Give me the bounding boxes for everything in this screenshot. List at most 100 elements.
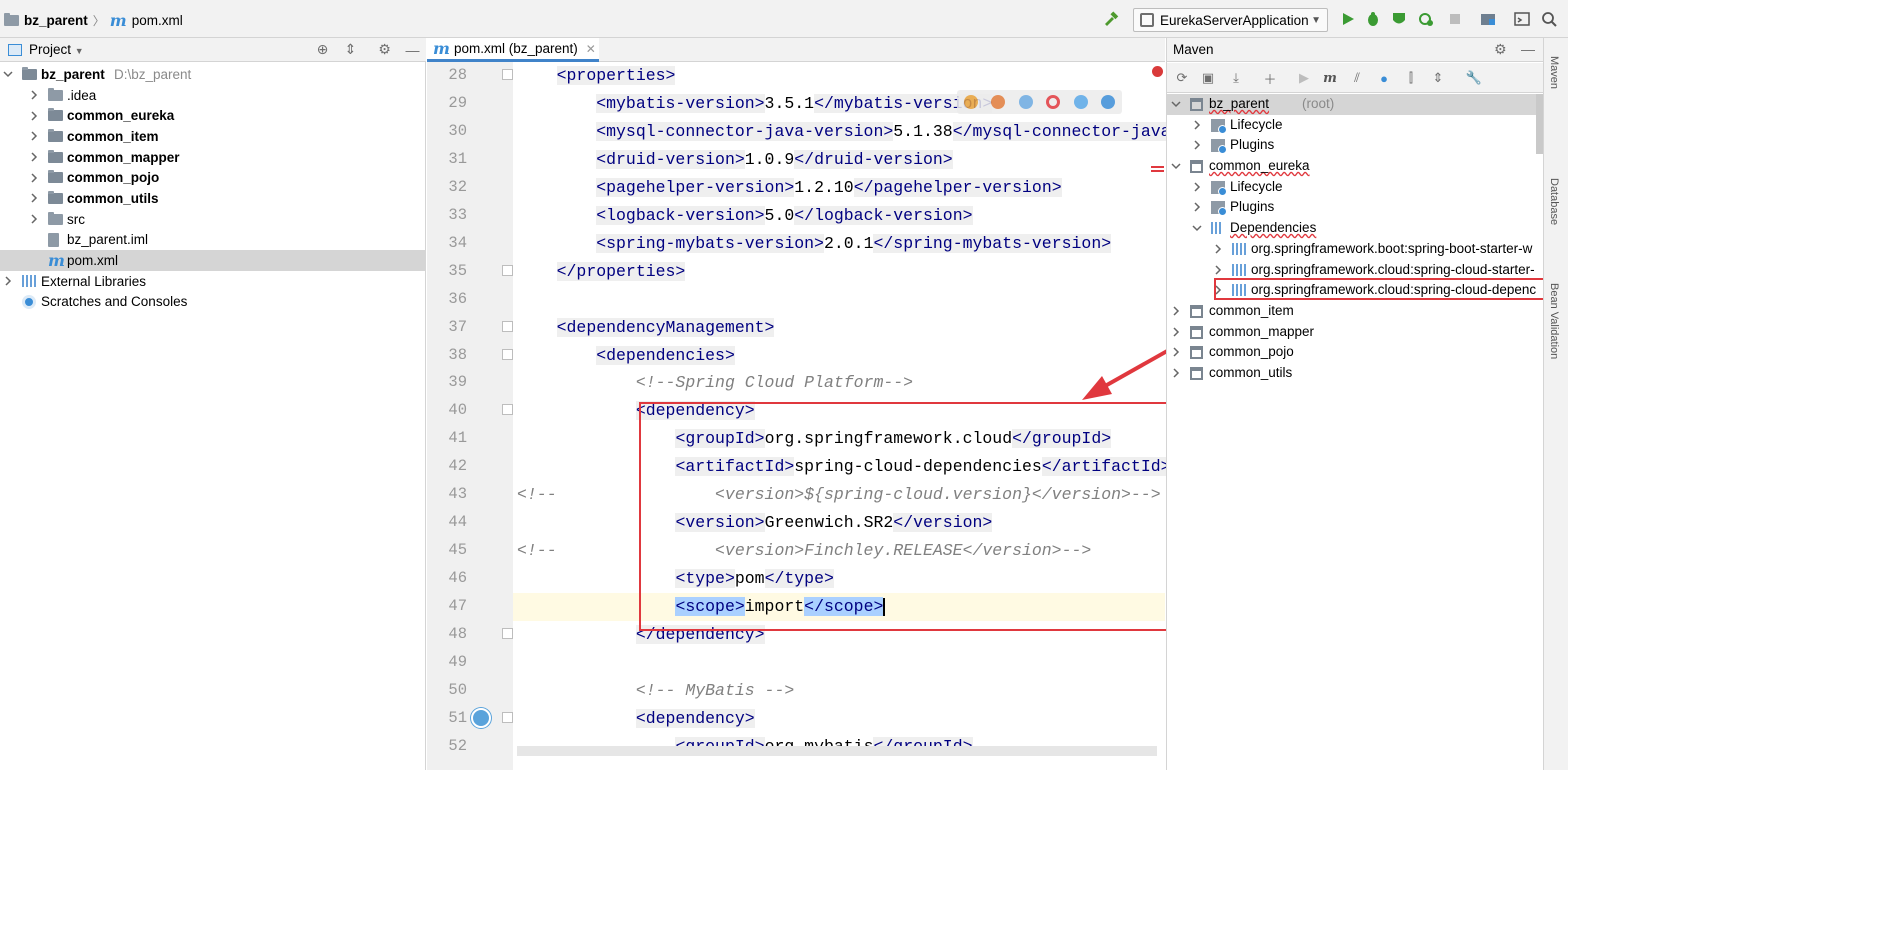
maven-tree-item[interactable]: bz_parent (root) [1167,94,1544,115]
show-dependencies-icon[interactable]: ⫿ [1402,69,1420,87]
download-icon[interactable]: ⤓ [1227,69,1245,87]
vertical-scrollbar[interactable] [1536,94,1543,154]
hide-panel-icon[interactable]: — [1521,41,1535,57]
chevron-down-icon[interactable] [3,69,13,79]
side-tab-maven[interactable]: Maven [1548,56,1560,89]
chevron-right-icon[interactable] [29,131,39,141]
profile-icon[interactable] [1417,10,1435,28]
chevron-right-icon[interactable] [1192,202,1202,212]
chevron-right-icon[interactable] [29,152,39,162]
project-tree-item[interactable]: External Libraries [0,271,426,292]
horizontal-scrollbar[interactable] [517,746,1157,756]
fold-marker-icon[interactable] [502,264,513,276]
maven-tree-item[interactable]: Plugins [1167,197,1544,218]
code-line[interactable]: <dependency> [517,708,755,728]
fold-marker-icon[interactable] [502,404,513,416]
maven-tree-item[interactable]: org.springframework.boot:spring-boot-sta… [1167,239,1544,260]
wrench-icon[interactable]: 🔧 [1465,69,1483,87]
project-tree-item[interactable]: m pom.xml [0,250,426,271]
gear-icon[interactable]: ⚙ [376,41,393,58]
chevron-right-icon[interactable] [1213,264,1223,275]
chevron-right-icon[interactable] [1192,120,1202,130]
code-line[interactable]: </properties> [517,261,686,281]
project-tree-item[interactable]: common_eureka [0,105,426,126]
execute-maven-goal-icon[interactable]: m [1321,69,1339,87]
code-line[interactable]: <spring-mybats-version>2.0.1</spring-myb… [517,233,1112,253]
code-line[interactable]: <logback-version>5.0</logback-version> [517,205,973,225]
chevron-right-icon[interactable] [1192,182,1202,192]
chevron-right-icon[interactable] [1192,140,1202,150]
ie-icon[interactable] [1073,95,1088,109]
safari-icon[interactable] [1018,95,1033,109]
breadcrumb-project[interactable]: bz_parent [24,13,88,28]
fold-marker-icon[interactable] [502,711,513,723]
chevron-right-icon[interactable] [1171,368,1181,378]
terminal-window-icon[interactable] [1513,10,1531,28]
run-icon[interactable]: ▶ [1295,69,1313,87]
fold-marker-icon[interactable] [502,69,513,80]
firefox-icon[interactable] [991,95,1006,109]
project-tree-item[interactable]: common_mapper [0,147,426,168]
side-tab-database[interactable]: Database [1548,178,1560,225]
chevron-right-icon[interactable] [1171,306,1181,316]
gear-icon[interactable]: ⚙ [1494,41,1507,58]
chevron-down-icon[interactable] [1171,99,1181,109]
fold-marker-icon[interactable] [502,320,513,332]
edge-icon[interactable] [1101,95,1116,109]
maven-tree-item[interactable]: common_mapper [1167,322,1544,343]
project-tree-item[interactable]: src [0,209,426,230]
error-indicator-icon[interactable] [1152,66,1163,77]
skip-tests-icon[interactable]: ● [1375,69,1393,87]
generate-sources-icon[interactable]: ▣ [1199,69,1217,87]
chevron-down-icon[interactable] [1171,161,1181,171]
chevron-right-icon[interactable] [29,111,39,121]
maven-tree-item[interactable]: Dependencies [1167,218,1544,239]
code-editor[interactable]: m pom.xml (bz_parent) ✕ 28 <properties> 2… [427,38,1171,770]
maven-tree-item[interactable]: Lifecycle [1167,115,1544,136]
stop-icon[interactable] [1446,10,1464,28]
chevron-right-icon[interactable] [29,214,39,224]
hide-panel-icon[interactable]: — [404,41,421,58]
project-tree-item[interactable]: common_pojo [0,167,426,188]
reload-icon[interactable]: ⟳ [1173,69,1191,87]
chevron-right-icon[interactable] [29,193,39,203]
project-tree-item[interactable]: bz_parent D:\bz_parent [0,64,426,85]
opera-icon[interactable] [1046,95,1061,109]
code-line[interactable]: <mybatis-version>3.5.1</mybatis-version> [517,93,993,113]
chrome-icon[interactable] [963,95,978,109]
code-line[interactable]: <pagehelper-version>1.2.10</pagehelper-v… [517,177,1062,197]
code-line[interactable]: <mysql-connector-java-version>5.1.38</my… [517,121,1171,141]
project-tree-item[interactable]: .idea [0,85,426,106]
spring-bean-icon[interactable] [471,708,491,728]
project-structure-icon[interactable] [1479,10,1497,28]
chevron-down-icon[interactable] [1192,223,1202,233]
chevron-right-icon[interactable] [3,276,13,286]
collapse-all-icon[interactable]: ⇕ [342,41,359,58]
chevron-right-icon[interactable] [1171,347,1181,357]
search-icon[interactable] [1540,10,1558,28]
chevron-right-icon[interactable] [1213,244,1223,254]
project-tree-item[interactable]: common_item [0,126,426,147]
fold-marker-icon[interactable] [502,348,513,360]
breadcrumb-file[interactable]: pom.xml [132,13,183,28]
code-line[interactable]: <dependencyManagement> [517,317,775,337]
maven-tree-item[interactable]: common_utils [1167,363,1544,384]
fold-marker-icon[interactable] [502,628,513,639]
close-icon[interactable]: ✕ [586,42,596,56]
project-tree-item[interactable]: bz_parent.iml [0,230,426,251]
chevron-right-icon[interactable] [29,90,39,100]
maven-tree-item[interactable]: common_item [1167,301,1544,322]
maven-tree-item[interactable]: Lifecycle [1167,177,1544,198]
code-line[interactable]: <!-- MyBatis --> [517,681,794,700]
maven-tree-item[interactable]: Plugins [1167,135,1544,156]
maven-tree-item[interactable]: common_pojo [1167,342,1544,363]
code-line[interactable]: <!--Spring Cloud Platform--> [517,373,913,392]
run-with-coverage-icon[interactable] [1390,10,1408,28]
collapse-all-icon[interactable]: ⇕ [1429,69,1447,87]
project-tree-item[interactable]: Scratches and Consoles [0,292,426,313]
build-hammer-icon[interactable] [1102,10,1120,28]
run-configuration-dropdown[interactable]: EurekaServerApplication ▼ [1133,8,1328,32]
maven-tree-item[interactable]: common_eureka [1167,156,1544,177]
project-tree-item[interactable]: common_utils [0,188,426,209]
side-tab-bean-validation[interactable]: Bean Validation [1548,283,1560,359]
